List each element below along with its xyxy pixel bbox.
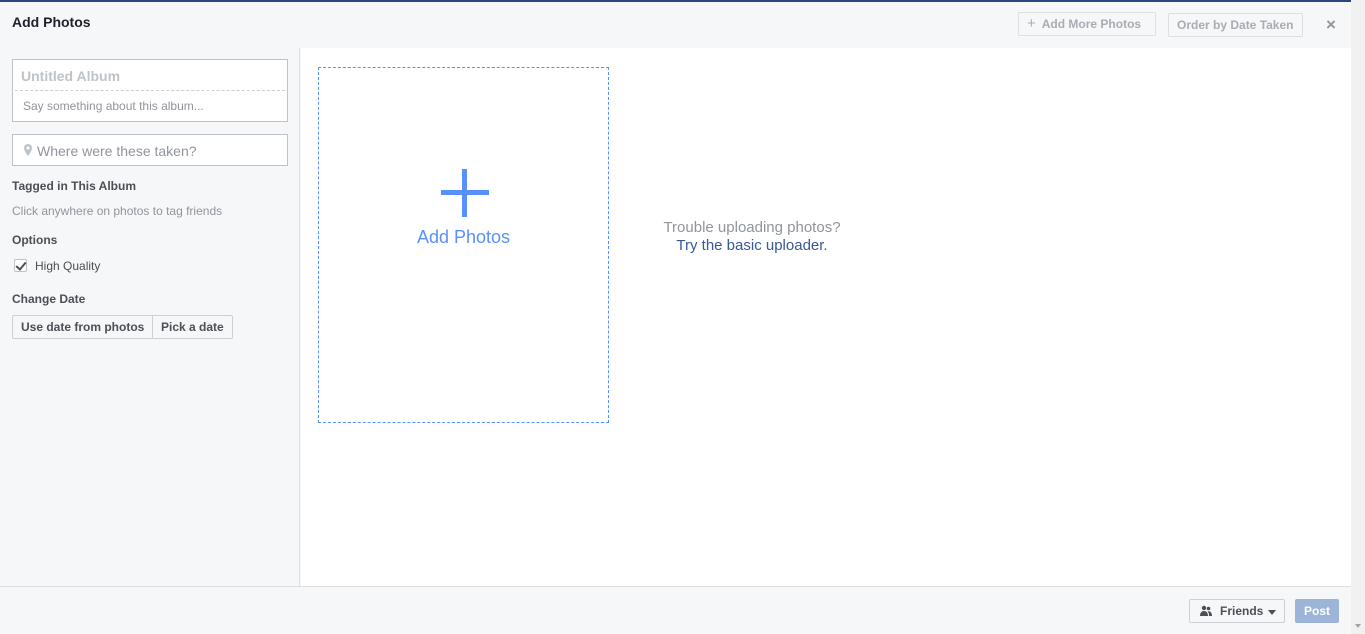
plus-icon: + [1027, 15, 1036, 32]
dialog-header: Add Photos + Add More Photos Order by Dat… [0, 2, 1351, 48]
high-quality-checkbox[interactable] [14, 259, 27, 272]
map-pin-icon [24, 144, 32, 156]
caret-down-icon [1268, 610, 1276, 615]
high-quality-label[interactable]: High Quality [35, 259, 100, 273]
friends-icon [1200, 605, 1212, 616]
sidebar: Untitled Album Say something about this … [0, 48, 300, 586]
location-input[interactable] [37, 141, 277, 161]
audience-selector-button[interactable]: Friends [1189, 599, 1285, 623]
plus-icon [441, 169, 489, 217]
basic-uploader-link[interactable]: Try the basic uploader. [663, 237, 841, 255]
album-description-input[interactable]: Say something about this album... [23, 99, 204, 113]
options-heading: Options [12, 233, 58, 247]
order-by-date-button[interactable]: Order by Date Taken [1168, 13, 1303, 37]
tagged-hint: Click anywhere on photos to tag friends [12, 204, 223, 218]
album-divider [15, 90, 285, 91]
location-field[interactable] [12, 134, 288, 166]
add-photos-dialog: Add Photos + Add More Photos Order by Dat… [0, 0, 1365, 634]
audience-label: Friends [1220, 604, 1264, 618]
post-button[interactable]: Post [1295, 599, 1339, 623]
trouble-uploading-text: Trouble uploading photos? [663, 219, 841, 236]
tagged-heading: Tagged in This Album [12, 179, 136, 193]
change-date-heading: Change Date [12, 292, 86, 306]
dialog-title: Add Photos [12, 14, 91, 30]
add-photos-dropzone[interactable]: Add Photos [318, 67, 609, 423]
use-date-from-photos-button[interactable]: Use date from photos [12, 315, 153, 339]
close-icon[interactable]: × [1326, 16, 1336, 33]
dropzone-label: Add Photos [416, 227, 511, 247]
add-more-photos-label: Add More Photos [1041, 17, 1142, 31]
upload-area: Add Photos Trouble uploading photos? Try… [301, 48, 1351, 586]
album-info-box: Untitled Album Say something about this … [12, 59, 288, 122]
page-scrollbar[interactable] [1351, 0, 1365, 634]
add-more-photos-button[interactable]: + Add More Photos [1018, 12, 1156, 36]
dialog-footer: Friends Post [0, 586, 1351, 634]
album-title-input[interactable]: Untitled Album [21, 68, 120, 84]
scroll-down-arrow-icon[interactable] [1355, 624, 1361, 628]
pick-a-date-button[interactable]: Pick a date [152, 315, 233, 339]
